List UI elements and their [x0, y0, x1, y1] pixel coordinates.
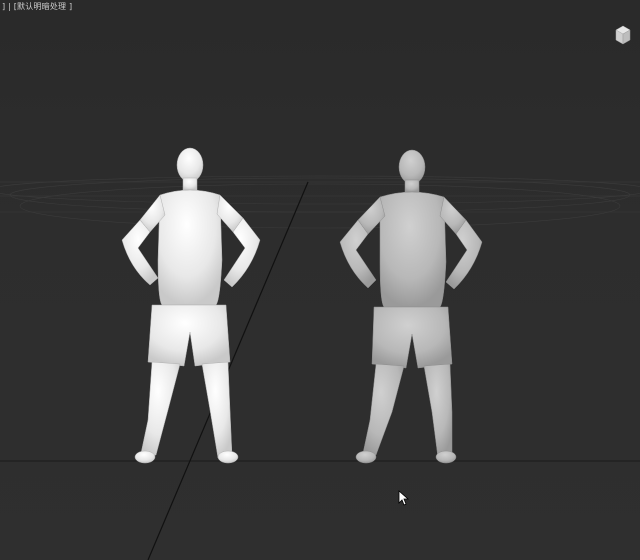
3d-viewport[interactable]: ] | [默认明暗处理 ]	[0, 0, 640, 560]
white-player-model[interactable]	[121, 147, 261, 464]
gray-player-model[interactable]	[339, 149, 483, 464]
mouse-cursor-icon	[398, 490, 410, 506]
perspective-grid	[0, 175, 640, 462]
viewcube-icon[interactable]	[612, 22, 634, 48]
scene-canvas[interactable]	[0, 0, 640, 560]
